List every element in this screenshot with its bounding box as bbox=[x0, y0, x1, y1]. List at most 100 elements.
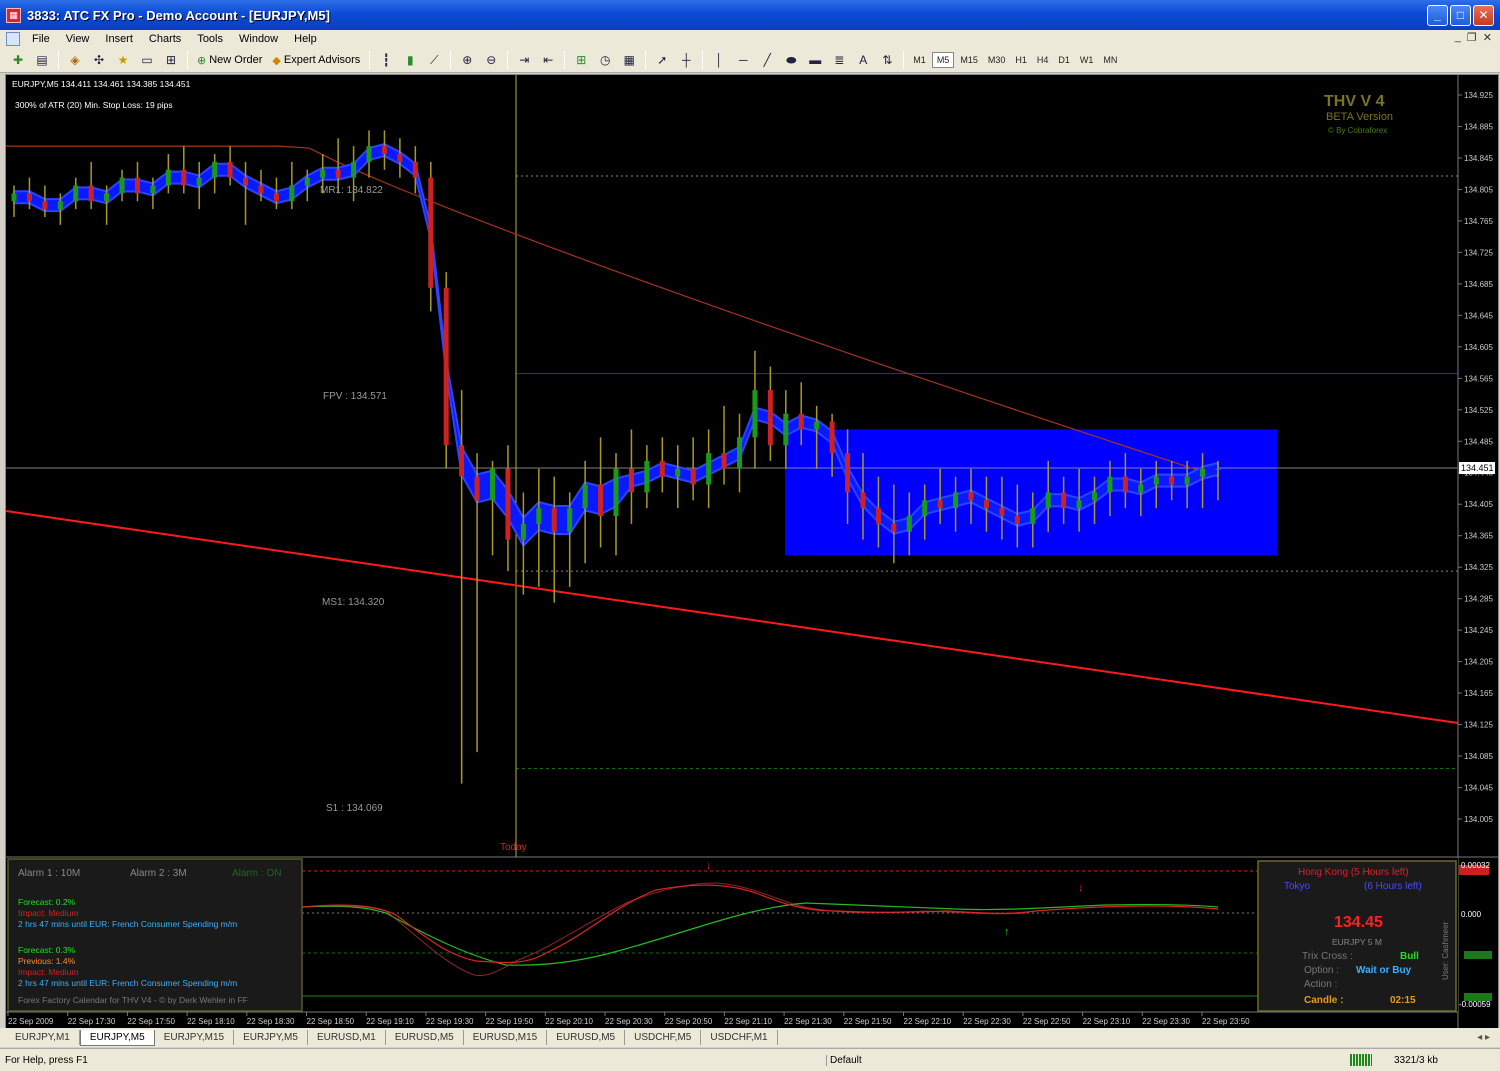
status-profile[interactable]: Default bbox=[826, 1054, 862, 1066]
tab-scroll-arrows-icon[interactable]: ◂ ▸ bbox=[1477, 1032, 1490, 1043]
timeframe-d1-button[interactable]: D1 bbox=[1054, 53, 1074, 67]
timeframe-m5-button[interactable]: M5 bbox=[931, 52, 955, 68]
timeframe-m1-button[interactable]: M1 bbox=[909, 53, 930, 67]
tab-eurusd-m1[interactable]: EURUSD,M1 bbox=[308, 1030, 386, 1045]
timeframe-h4-button[interactable]: H4 bbox=[1033, 53, 1053, 67]
candle-body bbox=[875, 508, 881, 524]
chart-window[interactable]: 134.925 134.885 134.845 134.805 134.765 134.7… bbox=[5, 74, 1499, 1029]
templates-icon[interactable]: ▦ bbox=[620, 51, 638, 69]
today-label: Today bbox=[500, 842, 527, 853]
tab-eurusd-m15[interactable]: EURUSD,M15 bbox=[464, 1030, 548, 1045]
time-axis[interactable]: 22 Sep 2009 22 Sep 17:30 22 Sep 17:50 22 Se… bbox=[7, 1012, 1250, 1026]
menu-view[interactable]: View bbox=[58, 33, 98, 45]
timeframe-m15-button[interactable]: M15 bbox=[956, 53, 982, 67]
mdi-close-icon[interactable]: ✕ bbox=[1483, 31, 1492, 44]
sub-axis-green-tag bbox=[1464, 993, 1492, 1001]
minimize-button[interactable]: _ bbox=[1427, 5, 1448, 26]
candle-body bbox=[1076, 500, 1082, 509]
candlestick-icon[interactable]: ▮ bbox=[401, 51, 419, 69]
zoom-in-icon[interactable]: ⊕ bbox=[458, 51, 476, 69]
news2-previous: Previous: 1.4% bbox=[18, 956, 76, 966]
current-price-tag-label: 134.451 bbox=[1461, 463, 1494, 473]
new-order-button[interactable]: ⊕ New Order bbox=[197, 54, 262, 67]
chart-shift-icon[interactable]: ⇤ bbox=[539, 51, 557, 69]
maximize-button[interactable]: □ bbox=[1450, 5, 1471, 26]
y-tick-label: 134.005 bbox=[1464, 815, 1493, 824]
tab-usdchf-m5[interactable]: USDCHF,M5 bbox=[625, 1030, 702, 1045]
new-order-icon: ⊕ bbox=[197, 54, 207, 67]
candle-body bbox=[845, 453, 851, 493]
rectangle-icon[interactable]: ▬ bbox=[806, 51, 824, 69]
crosshair-icon[interactable]: ┼ bbox=[677, 51, 695, 69]
autoscroll-icon[interactable]: ⇥ bbox=[515, 51, 533, 69]
x-tick-label: 22 Sep 18:10 bbox=[187, 1017, 235, 1026]
session-tokyo-name: Tokyo bbox=[1284, 881, 1311, 892]
news1-impact: Impact: Medium bbox=[18, 908, 78, 918]
menu-charts[interactable]: Charts bbox=[141, 33, 189, 45]
candle-body bbox=[783, 413, 789, 446]
candle-body bbox=[937, 500, 943, 509]
mdi-minimize-icon[interactable]: _ bbox=[1455, 31, 1461, 44]
vertical-line-icon[interactable]: │ bbox=[710, 51, 728, 69]
tab-eurjpy-m5[interactable]: EURJPY,M5 bbox=[79, 1029, 155, 1046]
y-tick-label: 134.805 bbox=[1464, 185, 1493, 194]
new-chart-icon[interactable]: ✚ bbox=[9, 51, 27, 69]
toolbar-separator bbox=[645, 51, 647, 69]
text-icon[interactable]: A bbox=[854, 51, 872, 69]
y-tick-label: 134.285 bbox=[1464, 595, 1493, 604]
tab-usdchf-m1[interactable]: USDCHF,M1 bbox=[701, 1030, 778, 1045]
toolbar-separator bbox=[702, 51, 704, 69]
strategy-tester-icon[interactable]: ⊞ bbox=[162, 51, 180, 69]
x-tick-label: 22 Sep 20:30 bbox=[605, 1017, 653, 1026]
timeframe-w1-button[interactable]: W1 bbox=[1076, 53, 1098, 67]
menu-help[interactable]: Help bbox=[286, 33, 325, 45]
candle-body bbox=[1122, 476, 1128, 493]
zoom-out-icon[interactable]: ⊖ bbox=[482, 51, 500, 69]
candle-body bbox=[134, 177, 140, 194]
timeframe-m30-button[interactable]: M30 bbox=[984, 53, 1010, 67]
document-icon[interactable] bbox=[6, 32, 20, 46]
mr1-level-label: MR1: 134.822 bbox=[320, 185, 383, 196]
cursor-icon[interactable]: ➚ bbox=[653, 51, 671, 69]
trendline-icon[interactable]: ╱ bbox=[758, 51, 776, 69]
y-tick-label: 134.125 bbox=[1464, 721, 1493, 730]
candle-body bbox=[1045, 492, 1051, 509]
indicators-icon[interactable]: ⊞ bbox=[572, 51, 590, 69]
fibonacci-icon[interactable]: ≣ bbox=[830, 51, 848, 69]
candle-body bbox=[736, 437, 742, 469]
mdi-restore-icon[interactable]: ❐ bbox=[1467, 31, 1477, 44]
expert-advisors-button[interactable]: ◆ Expert Advisors bbox=[272, 54, 360, 67]
candle-body bbox=[706, 453, 712, 485]
arrows-icon[interactable]: ⇅ bbox=[878, 51, 896, 69]
close-button[interactable]: ✕ bbox=[1473, 5, 1494, 26]
price-axis[interactable]: 134.925 134.885 134.845 134.805 134.765 134.7… bbox=[1458, 91, 1493, 824]
profiles-icon[interactable]: ▤ bbox=[33, 51, 51, 69]
data-window-icon[interactable]: ✣ bbox=[90, 51, 108, 69]
line-chart-icon[interactable]: ⟋ bbox=[425, 51, 443, 69]
x-tick-label: 22 Sep 21:50 bbox=[844, 1017, 892, 1026]
menu-insert[interactable]: Insert bbox=[97, 33, 141, 45]
tab-eurusd-m5-b[interactable]: EURUSD,M5 bbox=[547, 1030, 626, 1045]
tab-eurjpy-m1[interactable]: EURJPY,M1 bbox=[6, 1030, 80, 1045]
timeframe-h1-button[interactable]: H1 bbox=[1011, 53, 1031, 67]
terminal-icon[interactable]: ▭ bbox=[138, 51, 156, 69]
bar-chart-icon[interactable]: ┇ bbox=[377, 51, 395, 69]
navigator-icon[interactable]: ★ bbox=[114, 51, 132, 69]
ellipse-icon[interactable]: ⬬ bbox=[782, 51, 800, 69]
tab-eurjpy-m15[interactable]: EURJPY,M15 bbox=[155, 1030, 235, 1045]
market-watch-icon[interactable]: ◈ bbox=[66, 51, 84, 69]
timeframe-mn-button[interactable]: MN bbox=[1099, 53, 1121, 67]
connection-bars-icon bbox=[1350, 1054, 1372, 1066]
candle-body bbox=[922, 500, 928, 517]
menu-tools[interactable]: Tools bbox=[189, 33, 231, 45]
candle-body bbox=[675, 468, 681, 477]
periods-icon[interactable]: ◷ bbox=[596, 51, 614, 69]
tab-eurusd-m5[interactable]: EURUSD,M5 bbox=[386, 1030, 464, 1045]
menu-window[interactable]: Window bbox=[231, 33, 286, 45]
menu-file[interactable]: File bbox=[24, 33, 58, 45]
tab-eurjpy-m5-b[interactable]: EURJPY,M5 bbox=[234, 1030, 308, 1045]
candle-body bbox=[551, 508, 557, 532]
y-tick-label: 134.485 bbox=[1464, 437, 1493, 446]
chart-canvas[interactable]: 134.925 134.885 134.845 134.805 134.765 134.7… bbox=[5, 75, 1498, 1028]
horizontal-line-icon[interactable]: ─ bbox=[734, 51, 752, 69]
